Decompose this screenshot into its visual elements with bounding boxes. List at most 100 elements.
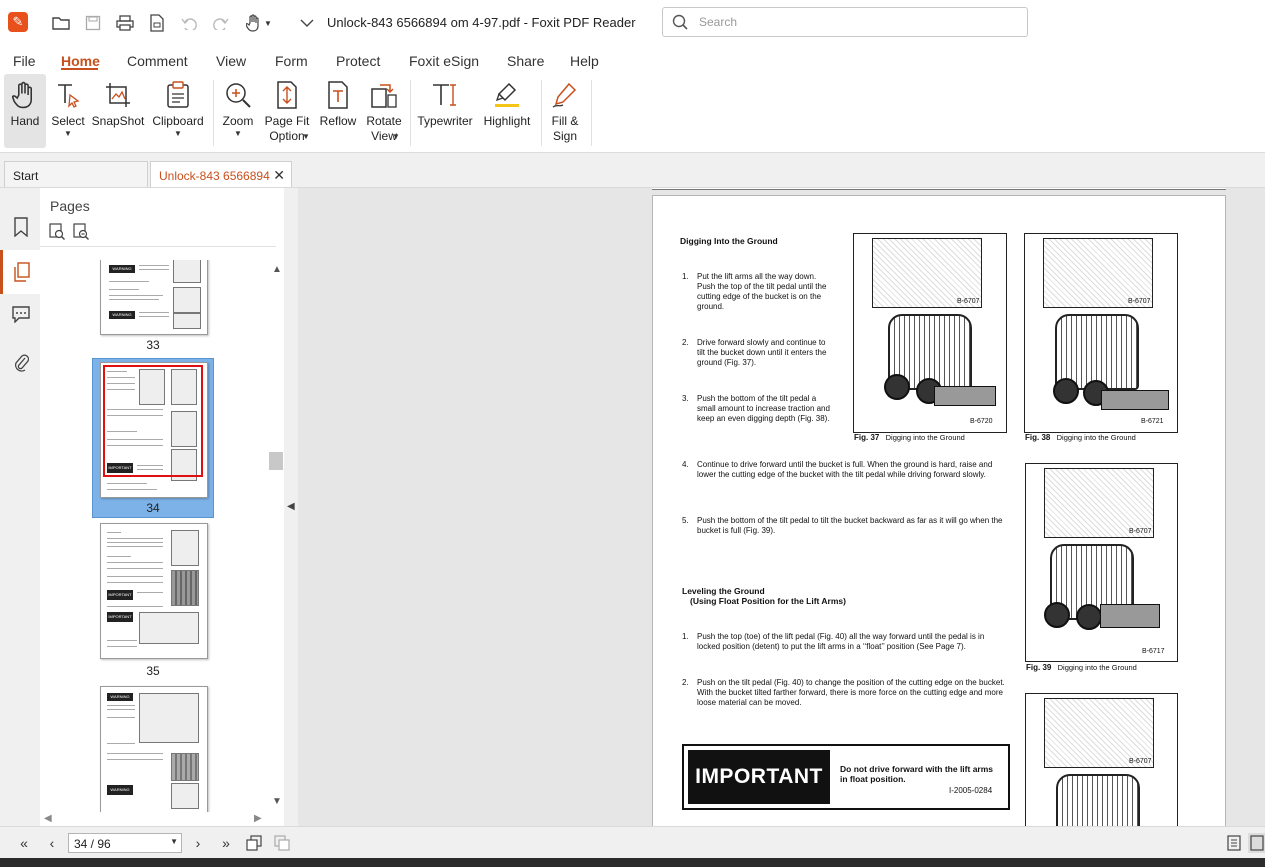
page-fit-dropdown-icon[interactable]: ▼: [302, 132, 310, 141]
menu-help[interactable]: Help: [570, 53, 599, 69]
scroll-down-icon[interactable]: ▼: [272, 796, 282, 807]
figure-code: B-6720: [970, 418, 993, 425]
save-icon[interactable]: [82, 12, 104, 34]
attachment-icon[interactable]: [10, 351, 32, 373]
rotate-view-icon: [369, 80, 399, 110]
figure-code: B-6721: [1141, 418, 1164, 425]
panel-splitter[interactable]: ◀: [284, 188, 298, 826]
thumbnail-page-number: 35: [146, 664, 160, 678]
menu-bar: File Home Comment View Form Protect Foxi…: [0, 46, 1265, 74]
foxit-logo-icon[interactable]: ✎: [8, 12, 28, 32]
zoom-thumbnail-icon[interactable]: [72, 222, 90, 243]
fill-sign-pen-icon: [550, 80, 580, 110]
step-text: Put the lift arms all the way down. Push…: [697, 272, 827, 311]
clipboard-dropdown-icon[interactable]: ▼: [174, 129, 182, 138]
fill-sign-label: Fill & Sign: [551, 114, 579, 143]
thumbnail-page-35[interactable]: IMPORTANT IMPORTANT: [100, 523, 208, 659]
search-box[interactable]: [662, 7, 1028, 37]
zoom-button[interactable]: Zoom ▼: [220, 74, 256, 148]
ribbon-toolbar: Hand Select ▼ SnapShot Clipboard ▼ Zoom …: [0, 74, 1265, 153]
scroll-left-icon[interactable]: ◀: [44, 813, 52, 824]
open-folder-icon[interactable]: [50, 12, 72, 34]
next-view-icon[interactable]: [272, 833, 292, 853]
typewriter-button[interactable]: Typewriter: [416, 74, 474, 148]
menu-view[interactable]: View: [216, 53, 246, 69]
thumbnail-page-34[interactable]: IMPORTANT: [100, 362, 208, 498]
page-options-icon[interactable]: [48, 222, 66, 243]
title-bar: ✎ ▼ Unlock-843 6566894 om 4-97.pdf - Fox…: [0, 0, 1265, 46]
select-dropdown-icon[interactable]: ▼: [64, 129, 72, 138]
figure-39-illustration: B-6707 B-6717: [1025, 463, 1178, 662]
menu-comment[interactable]: Comment: [127, 53, 188, 69]
undo-icon[interactable]: [178, 12, 200, 34]
menu-home[interactable]: Home: [61, 53, 100, 69]
current-view-frame: [103, 365, 203, 477]
step-text: Push the bottom of the tilt pedal a smal…: [697, 394, 830, 423]
scroll-right-icon[interactable]: ▶: [254, 813, 262, 824]
page-number-box[interactable]: ▼: [68, 833, 182, 853]
thumbnail-horizontal-scrollbar[interactable]: ◀ ▶: [40, 812, 284, 826]
single-page-view-icon[interactable]: [1224, 833, 1244, 853]
thumb-warning-label: WARNING: [107, 693, 133, 701]
rotate-view-dropdown-icon[interactable]: ▼: [392, 132, 400, 141]
continuous-view-icon[interactable]: [1248, 833, 1265, 853]
step-number: 5.: [682, 516, 689, 525]
figure-code: B-6717: [1142, 648, 1165, 655]
next-page-icon[interactable]: ›: [188, 833, 208, 853]
tab-start-label: Start: [13, 169, 39, 183]
collapse-panel-icon[interactable]: ◀: [287, 501, 295, 512]
thumbnail-list: WARNING WARNING 33 IMPORTANT 34 IMPORTAN…: [40, 260, 268, 812]
pages-panel-icon[interactable]: [0, 250, 40, 294]
previous-page-icon[interactable]: ‹: [42, 833, 62, 853]
page-dropdown-icon[interactable]: ▼: [170, 837, 178, 846]
thumbnail-page-36[interactable]: WARNING WARNING: [100, 686, 208, 812]
hand-tool-button[interactable]: Hand: [4, 74, 46, 148]
section-heading: Digging Into the Ground: [680, 236, 778, 246]
active-menu-indicator: [61, 68, 98, 70]
last-page-icon[interactable]: »: [216, 833, 236, 853]
figure-39-caption: Fig. 39 Digging into the Ground: [1026, 663, 1137, 672]
page-number-input[interactable]: [72, 836, 166, 852]
navigation-sidebar: [0, 188, 41, 826]
menu-form[interactable]: Form: [275, 53, 308, 69]
document-view[interactable]: Digging Into the Ground 1. Put the lift …: [298, 188, 1265, 826]
reflow-button[interactable]: Reflow: [318, 74, 358, 148]
tab-document[interactable]: Unlock-843 6566894 ... ✕: [150, 161, 292, 197]
highlight-button[interactable]: Highlight: [480, 74, 534, 148]
customize-dropdown-icon[interactable]: [296, 12, 318, 34]
redo-icon[interactable]: [210, 12, 232, 34]
scrollbar-thumb[interactable]: [269, 452, 283, 470]
figure-37-caption: Fig. 37 Digging into the Ground: [854, 433, 965, 442]
highlight-label: Highlight: [483, 114, 531, 128]
hand-label: Hand: [10, 114, 40, 128]
reflow-icon: [323, 80, 353, 110]
select-tool-button[interactable]: Select ▼: [50, 74, 86, 148]
close-tab-icon[interactable]: ✕: [273, 167, 285, 184]
hand-tool-dropdown-icon[interactable]: ▼: [244, 12, 274, 34]
zoom-dropdown-icon[interactable]: ▼: [234, 129, 242, 138]
snapshot-button[interactable]: SnapShot: [92, 74, 144, 148]
menu-file[interactable]: File: [13, 53, 36, 69]
thumbnail-vertical-scrollbar[interactable]: ▲ ▼: [268, 260, 284, 812]
bookmark-icon[interactable]: [10, 216, 32, 238]
clipboard-button[interactable]: Clipboard ▼: [150, 74, 206, 148]
previous-page-edge: [652, 188, 1226, 190]
tab-start[interactable]: Start: [4, 161, 148, 187]
figure-38-caption: Fig. 38 Digging into the Ground: [1025, 433, 1136, 442]
menu-foxit-esign[interactable]: Foxit eSign: [409, 53, 479, 69]
first-page-icon[interactable]: «: [14, 833, 34, 853]
previous-view-icon[interactable]: [244, 833, 264, 853]
ribbon-separator: [410, 80, 411, 146]
print-icon[interactable]: [114, 12, 136, 34]
page-fit-icon: [272, 80, 302, 110]
menu-protect[interactable]: Protect: [336, 53, 380, 69]
thumb-important-label: IMPORTANT: [107, 590, 133, 600]
section-subheading: (Using Float Position for the Lift Arms): [690, 596, 846, 606]
fill-and-sign-button[interactable]: Fill & Sign: [546, 74, 584, 148]
menu-share[interactable]: Share: [507, 53, 544, 69]
scroll-up-icon[interactable]: ▲: [272, 264, 282, 275]
search-input[interactable]: [697, 14, 1001, 30]
create-pdf-icon[interactable]: [146, 12, 168, 34]
comments-icon[interactable]: [10, 303, 32, 325]
thumbnail-page-33[interactable]: WARNING WARNING: [100, 260, 208, 335]
